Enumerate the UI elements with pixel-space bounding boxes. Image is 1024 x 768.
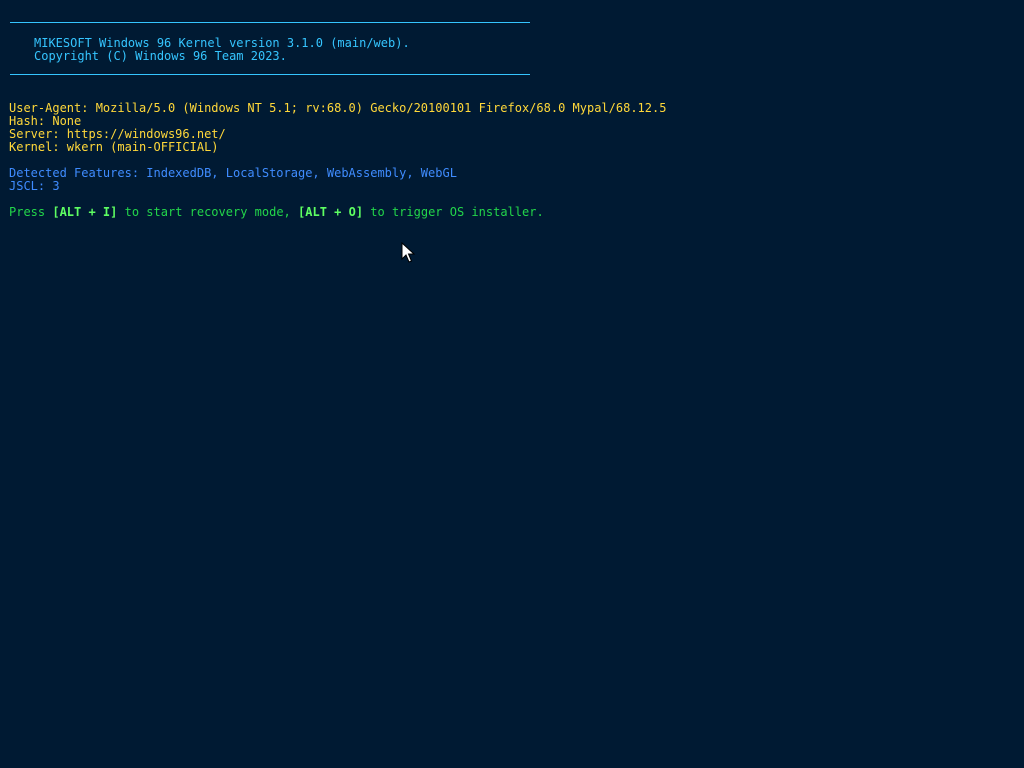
mouse-pointer-icon <box>401 242 415 263</box>
banner-top-rule <box>10 22 530 23</box>
kernel-line: Kernel: wkern (main-OFFICIAL) <box>9 140 219 154</box>
banner-bottom-rule <box>10 74 530 75</box>
system-info-block: User-Agent: Mozilla/5.0 (Windows NT 5.1;… <box>9 102 666 154</box>
recovery-key-combo[interactable]: [ALT + I] <box>52 205 117 219</box>
prompt-recovery-text: to start recovery mode, <box>117 205 299 219</box>
kernel-banner: MIKESOFT Windows 96 Kernel version 3.1.0… <box>34 37 410 63</box>
boot-options-prompt: Press [ALT + I] to start recovery mode, … <box>9 206 544 219</box>
prompt-press-text: Press <box>9 205 53 219</box>
user-agent-line: User-Agent: Mozilla/5.0 (Windows NT 5.1;… <box>9 101 667 115</box>
prompt-installer-text: to trigger OS installer. <box>363 205 544 219</box>
features-block: Detected Features: IndexedDB, LocalStora… <box>9 167 457 193</box>
jscl-line: JSCL: 3 <box>9 179 60 193</box>
detected-features-line: Detected Features: IndexedDB, LocalStora… <box>9 166 457 180</box>
installer-key-combo[interactable]: [ALT + O] <box>298 205 363 219</box>
copyright-line: Copyright (C) Windows 96 Team 2023. <box>34 49 287 63</box>
